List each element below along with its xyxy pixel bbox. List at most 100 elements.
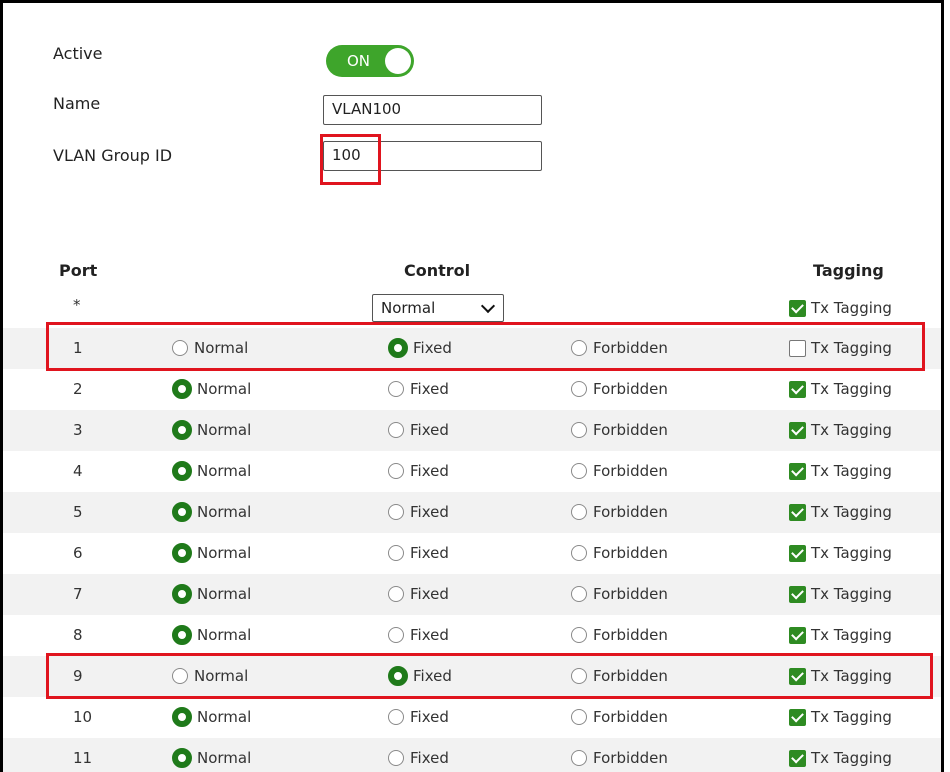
control-option-label: Normal: [197, 462, 252, 480]
control-radio-forbidden[interactable]: Forbidden: [571, 378, 668, 400]
control-option-label: Normal: [197, 585, 252, 603]
radio-unselected-icon: [571, 668, 587, 684]
control-option-label: Fixed: [410, 749, 449, 767]
table-row: 6 Normal Fixed Forbidden Tx Tagging: [3, 533, 941, 574]
control-all-select[interactable]: Normal: [372, 294, 504, 322]
control-radio-fixed[interactable]: Fixed: [388, 501, 449, 523]
control-radio-fixed[interactable]: Fixed: [388, 378, 449, 400]
control-option-label: Normal: [197, 626, 252, 644]
control-radio-forbidden[interactable]: Forbidden: [571, 747, 668, 769]
tx-tagging-all-checkbox[interactable]: Tx Tagging: [789, 297, 892, 319]
table-row: 4 Normal Fixed Forbidden Tx Tagging: [3, 451, 941, 492]
tx-tagging-checkbox[interactable]: Tx Tagging: [789, 337, 892, 359]
radio-selected-icon: [172, 625, 192, 645]
checkbox-checked-icon: [789, 708, 806, 726]
tx-tagging-checkbox[interactable]: Tx Tagging: [789, 501, 892, 523]
control-radio-forbidden[interactable]: Forbidden: [571, 337, 668, 359]
tx-tagging-checkbox[interactable]: Tx Tagging: [789, 706, 892, 728]
checkbox-checked-icon: [789, 380, 806, 398]
control-radio-forbidden[interactable]: Forbidden: [571, 501, 668, 523]
control-radio-forbidden[interactable]: Forbidden: [571, 706, 668, 728]
control-radio-normal[interactable]: Normal: [172, 501, 251, 523]
control-option-label: Fixed: [410, 380, 449, 398]
checkbox-checked-icon: [789, 462, 806, 480]
control-option-label: Normal: [197, 421, 252, 439]
control-option-label: Forbidden: [593, 626, 668, 644]
control-radio-normal[interactable]: Normal: [172, 419, 251, 441]
control-option-label: Forbidden: [593, 667, 668, 685]
name-field[interactable]: VLAN100: [323, 95, 542, 125]
control-radio-fixed[interactable]: Fixed: [388, 747, 449, 769]
control-radio-normal[interactable]: Normal: [172, 337, 248, 359]
control-radio-fixed[interactable]: Fixed: [388, 542, 449, 564]
tx-tagging-checkbox[interactable]: Tx Tagging: [789, 624, 892, 646]
radio-selected-icon: [388, 338, 408, 358]
active-toggle[interactable]: ON: [326, 45, 414, 77]
control-radio-fixed[interactable]: Fixed: [388, 665, 452, 687]
tx-tagging-label: Tx Tagging: [811, 667, 892, 685]
control-option-label: Normal: [197, 708, 252, 726]
control-radio-normal[interactable]: Normal: [172, 460, 251, 482]
control-option-label: Forbidden: [593, 585, 668, 603]
checkbox-checked-icon: [789, 421, 806, 439]
toggle-label: ON: [347, 52, 371, 70]
tx-tagging-checkbox[interactable]: Tx Tagging: [789, 419, 892, 441]
control-radio-forbidden[interactable]: Forbidden: [571, 624, 668, 646]
control-option-label: Fixed: [410, 585, 449, 603]
name-label: Name: [53, 94, 101, 113]
control-radio-forbidden[interactable]: Forbidden: [571, 583, 668, 605]
tx-tagging-checkbox[interactable]: Tx Tagging: [789, 378, 892, 400]
control-radio-normal[interactable]: Normal: [172, 378, 251, 400]
radio-selected-icon: [388, 666, 408, 686]
radio-unselected-icon: [571, 504, 587, 520]
tx-tagging-label: Tx Tagging: [811, 421, 892, 439]
control-radio-forbidden[interactable]: Forbidden: [571, 665, 668, 687]
radio-unselected-icon: [571, 381, 587, 397]
tx-tagging-checkbox[interactable]: Tx Tagging: [789, 583, 892, 605]
tx-tagging-label: Tx Tagging: [811, 503, 892, 521]
control-radio-normal[interactable]: Normal: [172, 542, 251, 564]
control-option-label: Fixed: [410, 544, 449, 562]
control-radio-fixed[interactable]: Fixed: [388, 460, 449, 482]
control-radio-normal[interactable]: Normal: [172, 583, 251, 605]
radio-unselected-icon: [172, 668, 188, 684]
tx-tagging-checkbox[interactable]: Tx Tagging: [789, 665, 892, 687]
control-option-label: Normal: [197, 749, 252, 767]
control-radio-normal[interactable]: Normal: [172, 706, 251, 728]
vlan-group-id-label: VLAN Group ID: [53, 146, 173, 165]
control-radio-fixed[interactable]: Fixed: [388, 419, 449, 441]
control-option-label: Forbidden: [593, 339, 668, 357]
vlan-group-id-field[interactable]: 100: [323, 141, 542, 171]
control-radio-forbidden[interactable]: Forbidden: [571, 460, 668, 482]
port-number: 4: [73, 462, 83, 480]
radio-unselected-icon: [388, 545, 404, 561]
control-radio-forbidden[interactable]: Forbidden: [571, 542, 668, 564]
tx-tagging-label: Tx Tagging: [811, 380, 892, 398]
radio-unselected-icon: [388, 750, 404, 766]
table-row: 5 Normal Fixed Forbidden Tx Tagging: [3, 492, 941, 533]
control-radio-fixed[interactable]: Fixed: [388, 706, 449, 728]
control-radio-normal[interactable]: Normal: [172, 665, 248, 687]
control-option-label: Normal: [194, 339, 249, 357]
control-option-label: Fixed: [410, 503, 449, 521]
radio-selected-icon: [172, 543, 192, 563]
tx-tagging-checkbox[interactable]: Tx Tagging: [789, 542, 892, 564]
table-row: 2 Normal Fixed Forbidden Tx Tagging: [3, 369, 941, 410]
tx-tagging-checkbox[interactable]: Tx Tagging: [789, 460, 892, 482]
radio-selected-icon: [172, 707, 192, 727]
table-row: 3 Normal Fixed Forbidden Tx Tagging: [3, 410, 941, 451]
port-number: 2: [73, 380, 83, 398]
radio-unselected-icon: [571, 340, 587, 356]
control-radio-fixed[interactable]: Fixed: [388, 624, 449, 646]
control-option-label: Normal: [197, 544, 252, 562]
control-radio-fixed[interactable]: Fixed: [388, 583, 449, 605]
control-option-label: Normal: [197, 503, 252, 521]
radio-unselected-icon: [388, 504, 404, 520]
control-radio-forbidden[interactable]: Forbidden: [571, 419, 668, 441]
control-radio-normal[interactable]: Normal: [172, 747, 251, 769]
control-radio-normal[interactable]: Normal: [172, 624, 251, 646]
table-row: 7 Normal Fixed Forbidden Tx Tagging: [3, 574, 941, 615]
tx-tagging-checkbox[interactable]: Tx Tagging: [789, 747, 892, 769]
radio-unselected-icon: [571, 422, 587, 438]
control-radio-fixed[interactable]: Fixed: [388, 337, 452, 359]
